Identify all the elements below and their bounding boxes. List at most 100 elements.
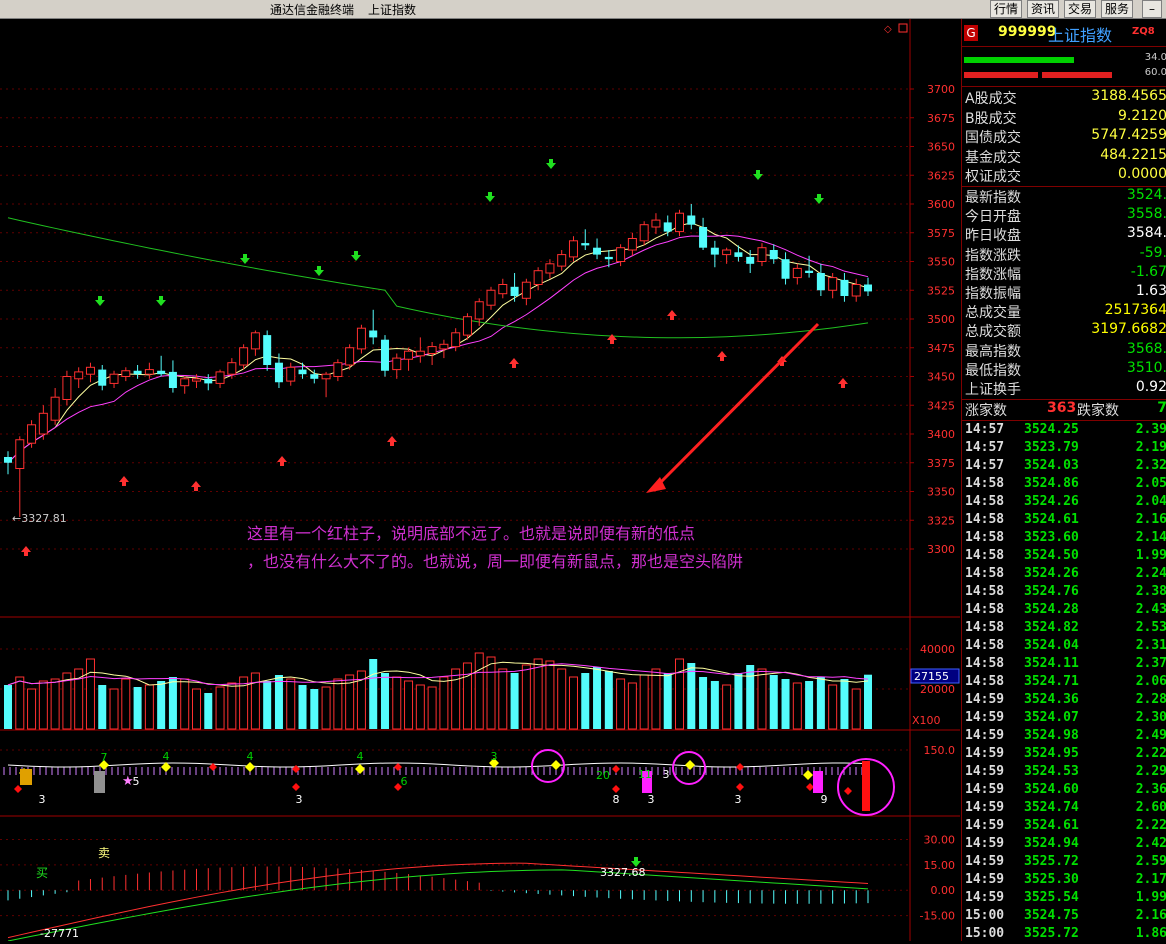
volume-bar xyxy=(687,663,696,729)
toolbar-button-trade[interactable]: 交易 xyxy=(1064,0,1097,18)
macd-mid-label: 3327.68 xyxy=(600,866,646,879)
volume-bar xyxy=(639,674,649,730)
macd-tick-label: 30.00 xyxy=(924,833,956,846)
tick-row[interactable]: 14:59 3525.54 1.99 xyxy=(962,890,1166,908)
volume-bar xyxy=(380,673,389,729)
magenta-signal-bar xyxy=(813,771,823,793)
index-stat-row: 今日开盘 3558. xyxy=(962,206,1166,225)
candle-body xyxy=(675,212,685,233)
tick-time: 14:59 xyxy=(965,764,1005,779)
down-arrow-icon xyxy=(753,170,763,180)
volume-bar xyxy=(616,678,626,730)
tick-row[interactable]: 14:59 3524.95 2.22 xyxy=(962,746,1166,764)
tick-row[interactable]: 14:58 3524.04 2.31 xyxy=(962,638,1166,656)
tick-price: 3525.72 xyxy=(1024,926,1079,941)
candle-body xyxy=(15,439,25,469)
svg-text:◇: ◇ xyxy=(884,24,892,35)
candle-body xyxy=(498,284,508,295)
indicator-digit-label: 3 xyxy=(735,793,742,806)
tick-row[interactable]: 14:58 3524.76 2.38 xyxy=(962,584,1166,602)
tick-row[interactable]: 14:59 3524.07 2.30 xyxy=(962,710,1166,728)
candle-body xyxy=(627,238,637,251)
tick-row[interactable]: 14:59 3525.72 2.59 xyxy=(962,854,1166,872)
corner-icons[interactable]: ◇ xyxy=(884,23,908,35)
tick-row[interactable]: 14:59 3524.74 2.60 xyxy=(962,800,1166,818)
tick-row[interactable]: 14:58 3524.28 2.43 xyxy=(962,602,1166,620)
tick-row[interactable]: 14:58 3524.82 2.53 xyxy=(962,620,1166,638)
tick-row[interactable]: 14:57 3523.79 2.19 xyxy=(962,440,1166,458)
stat-label: 总成交额 xyxy=(965,324,1021,341)
tick-time: 15:00 xyxy=(965,908,1005,923)
tick-row[interactable]: 14:59 3524.60 2.36 xyxy=(962,782,1166,800)
tick-time: 14:59 xyxy=(965,872,1005,887)
tick-volume: 2.28 xyxy=(1135,692,1166,707)
indicator-digit-label: 5 xyxy=(133,775,140,788)
indicator-tick-label: 150.0 xyxy=(924,744,956,757)
tick-row[interactable]: 14:58 3524.86 2.05 xyxy=(962,476,1166,494)
candle-body xyxy=(604,256,613,260)
macd-panel: 卖买 -27771 3327.68 xyxy=(7,846,869,941)
candle-body xyxy=(345,347,355,366)
volume-bar xyxy=(604,671,613,729)
tick-row[interactable]: 14:58 3524.26 2.04 xyxy=(962,494,1166,512)
window-control[interactable]: – xyxy=(1142,0,1162,18)
tick-volume: 2.53 xyxy=(1135,620,1166,635)
tick-price: 3524.11 xyxy=(1024,656,1079,671)
stat-label: 上证换手 xyxy=(965,382,1021,398)
tick-row[interactable]: 14:59 3525.30 2.17 xyxy=(962,872,1166,890)
tick-row[interactable]: 14:59 3524.36 2.28 xyxy=(962,692,1166,710)
tick-row[interactable]: 14:59 3524.94 2.42 xyxy=(962,836,1166,854)
tick-time: 14:59 xyxy=(965,800,1005,815)
tick-row[interactable]: 14:59 3524.53 2.29 xyxy=(962,764,1166,782)
stat-value: 3188.4565 xyxy=(1091,88,1166,104)
tick-row[interactable]: 14:57 3524.25 2.39 xyxy=(962,422,1166,440)
tick-volume: 2.32 xyxy=(1135,458,1166,473)
tick-volume: 2.30 xyxy=(1135,710,1166,725)
toolbar-button-market[interactable]: 行情 xyxy=(990,0,1023,18)
index-stat-row: 上证换手 0.92 xyxy=(962,379,1166,398)
tick-row[interactable]: 14:58 3524.50 1.99 xyxy=(962,548,1166,566)
sell-bar-1 xyxy=(964,72,1038,78)
tick-row[interactable]: 14:59 3524.98 2.49 xyxy=(962,728,1166,746)
tick-price: 3523.60 xyxy=(1024,530,1079,545)
candle-body xyxy=(474,301,484,320)
tick-time: 14:58 xyxy=(965,674,1005,689)
tick-row[interactable]: 14:58 3523.60 2.14 xyxy=(962,530,1166,548)
tick-row[interactable]: 14:57 3524.03 2.32 xyxy=(962,458,1166,476)
tick-time: 14:58 xyxy=(965,476,1005,491)
down-arrow-icon xyxy=(314,266,324,276)
volume-bar xyxy=(274,675,283,729)
candle-body xyxy=(439,343,449,350)
tick-row[interactable]: 14:59 3524.61 2.22 xyxy=(962,818,1166,836)
down-arrow-icon xyxy=(351,251,361,261)
candle-body xyxy=(204,378,213,384)
candle-body xyxy=(593,247,602,255)
volume-bar xyxy=(851,688,861,730)
tick-row[interactable]: 15:00 3525.72 1.86 xyxy=(962,926,1166,944)
volume-bar xyxy=(109,688,119,730)
stat-value: 2517364 xyxy=(1104,302,1166,319)
tick-row[interactable]: 14:58 3524.71 2.06 xyxy=(962,674,1166,692)
index-stat-row: 指数振幅 1.63 xyxy=(962,283,1166,302)
tick-time: 14:57 xyxy=(965,422,1005,437)
toolbar-button-news[interactable]: 资讯 xyxy=(1027,0,1060,18)
down-arrow-icon xyxy=(814,194,824,204)
tick-row[interactable]: 14:58 3524.11 2.37 xyxy=(962,656,1166,674)
down-arrow-icon xyxy=(546,159,556,169)
macd-dea-line xyxy=(7,869,869,941)
volume-bar xyxy=(369,659,378,729)
tick-row[interactable]: 14:58 3524.61 2.16 xyxy=(962,512,1166,530)
tick-row[interactable]: 14:58 3524.26 2.24 xyxy=(962,566,1166,584)
stat-label: 最新指数 xyxy=(965,190,1021,206)
volume-bar xyxy=(757,668,767,730)
buy-bar xyxy=(964,57,1074,63)
red-diamond-icon xyxy=(394,763,402,771)
app-title: 通达信金融终端 xyxy=(270,3,355,17)
signal-arrows xyxy=(21,159,848,556)
tick-price: 3524.60 xyxy=(1024,782,1079,797)
tick-row[interactable]: 15:00 3524.75 2.16 xyxy=(962,908,1166,926)
toolbar-button-service[interactable]: 服务 xyxy=(1101,0,1134,18)
volume-bar xyxy=(451,668,461,730)
stat-label: 昨日收盘 xyxy=(965,228,1021,245)
stock-chart[interactable]: 3700367536503625360035753550352535003475… xyxy=(0,19,960,941)
